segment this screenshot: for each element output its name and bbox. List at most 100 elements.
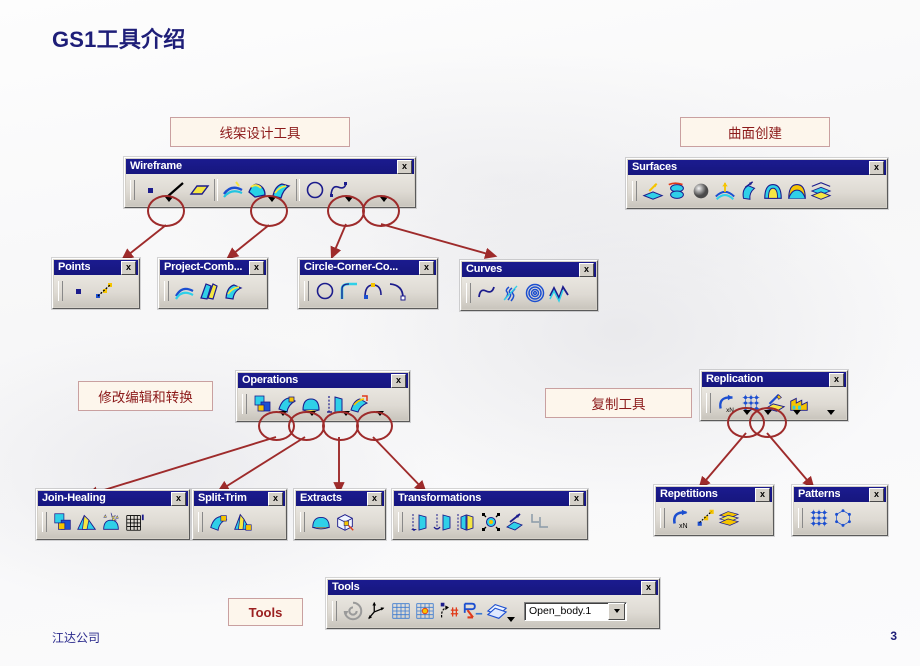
toolbar-grip[interactable] <box>42 512 47 532</box>
join-icon[interactable] <box>52 511 74 533</box>
axis-system-icon[interactable] <box>366 600 388 622</box>
toolbar-tools[interactable]: Tools x Open_body.1 <box>326 578 660 629</box>
scaling-icon[interactable] <box>480 511 502 533</box>
toolbar-titlebar[interactable]: Surfaces x <box>628 160 886 175</box>
close-icon[interactable]: x <box>171 492 186 506</box>
multi-section-icon[interactable] <box>810 180 832 202</box>
projection-icon[interactable] <box>174 280 196 302</box>
snap-to-point-icon[interactable] <box>414 600 436 622</box>
helix-icon[interactable] <box>500 282 522 304</box>
points-repetition-icon[interactable] <box>694 507 716 529</box>
object-repetition-icon[interactable]: xN <box>670 507 692 530</box>
combine-icon[interactable] <box>198 280 220 302</box>
toolbar-grip[interactable] <box>398 512 403 532</box>
toolbar-patterns[interactable]: Patterns x <box>792 485 888 536</box>
work-on-support-icon[interactable] <box>390 600 412 622</box>
toolbar-titlebar[interactable]: Patterns x <box>794 487 886 502</box>
toolbar-extracts[interactable]: Extracts x <box>294 489 386 540</box>
close-icon[interactable]: x <box>397 160 412 174</box>
extract-icon[interactable] <box>300 393 322 415</box>
join-icon[interactable] <box>252 393 274 415</box>
close-icon[interactable]: x <box>121 261 136 275</box>
symmetry-icon[interactable] <box>456 511 478 533</box>
split-icon[interactable] <box>276 393 298 415</box>
combine-curve-icon[interactable] <box>246 179 268 201</box>
plane-icon[interactable] <box>188 179 210 201</box>
close-icon[interactable]: x <box>367 492 382 506</box>
healing-icon[interactable] <box>76 511 98 533</box>
circular-pattern-icon[interactable] <box>832 507 854 529</box>
toolbar-join-healing[interactable]: Join-Healing x <box>36 489 190 540</box>
powercopy-icon[interactable] <box>764 392 786 414</box>
boundary-icon[interactable] <box>310 511 332 533</box>
close-icon[interactable]: x <box>249 261 264 275</box>
toolbar-grip[interactable] <box>706 393 711 413</box>
toolbar-titlebar[interactable]: Points x <box>54 260 138 275</box>
toolbar-titlebar[interactable]: Repetitions x <box>656 487 772 502</box>
axis-to-axis-icon[interactable] <box>528 511 550 533</box>
toolbar-grip[interactable] <box>130 180 135 200</box>
toolbar-surfaces[interactable]: Surfaces x <box>626 158 888 209</box>
close-icon[interactable]: x <box>869 161 884 175</box>
toolbar-grip[interactable] <box>58 281 63 301</box>
toolbar-grip[interactable] <box>164 281 169 301</box>
close-icon[interactable]: x <box>569 492 584 506</box>
toolbar-project-comb[interactable]: Project-Comb... x <box>158 258 268 309</box>
toolbar-grip[interactable] <box>332 601 337 621</box>
toolbar-grip[interactable] <box>466 283 471 303</box>
close-icon[interactable]: x <box>755 488 770 502</box>
points-repetition-icon[interactable] <box>92 280 114 302</box>
toolbar-titlebar[interactable]: Operations x <box>238 373 408 388</box>
extrapolate-icon[interactable] <box>348 393 370 415</box>
close-icon[interactable]: x <box>391 374 406 388</box>
close-icon[interactable]: x <box>829 373 844 387</box>
extract-icon[interactable] <box>334 511 356 533</box>
circle-icon[interactable] <box>304 179 326 201</box>
toolbar-titlebar[interactable]: Split-Trim x <box>194 491 285 506</box>
toolbar-titlebar[interactable]: Join-Healing x <box>38 491 188 506</box>
open-body-icon[interactable] <box>486 600 508 622</box>
blend-icon[interactable] <box>786 180 808 202</box>
sphere-icon[interactable] <box>690 180 712 202</box>
point-icon[interactable] <box>140 179 162 201</box>
toolbar-wireframe[interactable]: Wireframe x <box>124 157 416 208</box>
toolbar-grip[interactable] <box>300 512 305 532</box>
rotate-icon[interactable] <box>432 511 454 533</box>
toolbar-curves[interactable]: Curves x <box>460 260 598 311</box>
close-icon[interactable]: x <box>641 581 656 595</box>
toolbar-grip[interactable] <box>632 181 637 201</box>
toolbar-titlebar[interactable]: Transformations x <box>394 491 586 506</box>
spiral-icon[interactable] <box>524 282 546 304</box>
toolbar-replication[interactable]: Replication x xN <box>700 370 848 421</box>
affinity-icon[interactable] <box>504 511 526 533</box>
revolve-icon[interactable] <box>666 180 688 202</box>
connect-curve-icon[interactable] <box>362 280 384 302</box>
offset-icon[interactable] <box>714 180 736 202</box>
fill-icon[interactable] <box>762 180 784 202</box>
toolbar-titlebar[interactable]: Project-Comb... x <box>160 260 266 275</box>
toolbar-titlebar[interactable]: Curves x <box>462 262 596 277</box>
open-body-combo[interactable]: Open_body.1 <box>524 601 627 621</box>
reflect-line-icon[interactable] <box>222 280 244 302</box>
stacking-icon[interactable] <box>462 600 484 622</box>
toolbar-grip[interactable] <box>798 508 803 528</box>
trim-icon[interactable] <box>232 511 254 533</box>
corner-icon[interactable] <box>338 280 360 302</box>
disassemble-icon[interactable] <box>124 511 146 533</box>
toolbar-titlebar[interactable]: Replication x <box>702 372 846 387</box>
close-icon[interactable]: x <box>579 263 594 277</box>
toolbar-grip[interactable] <box>660 508 665 528</box>
circle-icon[interactable] <box>314 280 336 302</box>
toolbar-circle-corner[interactable]: Circle-Corner-Co... x <box>298 258 438 309</box>
toolbar-grip[interactable] <box>304 281 309 301</box>
toolbar-titlebar[interactable]: Wireframe x <box>126 159 414 174</box>
user-feature-icon[interactable] <box>788 392 810 414</box>
toolbar-transformations[interactable]: Transformations x <box>392 489 588 540</box>
line-icon[interactable] <box>164 179 186 201</box>
transform-icon[interactable] <box>324 393 346 415</box>
toolbar-grip[interactable] <box>242 394 247 414</box>
sweep-icon[interactable] <box>738 180 760 202</box>
object-repetition-icon[interactable]: xN <box>716 392 738 414</box>
arc-icon[interactable] <box>386 280 408 302</box>
point-icon[interactable] <box>68 280 90 302</box>
